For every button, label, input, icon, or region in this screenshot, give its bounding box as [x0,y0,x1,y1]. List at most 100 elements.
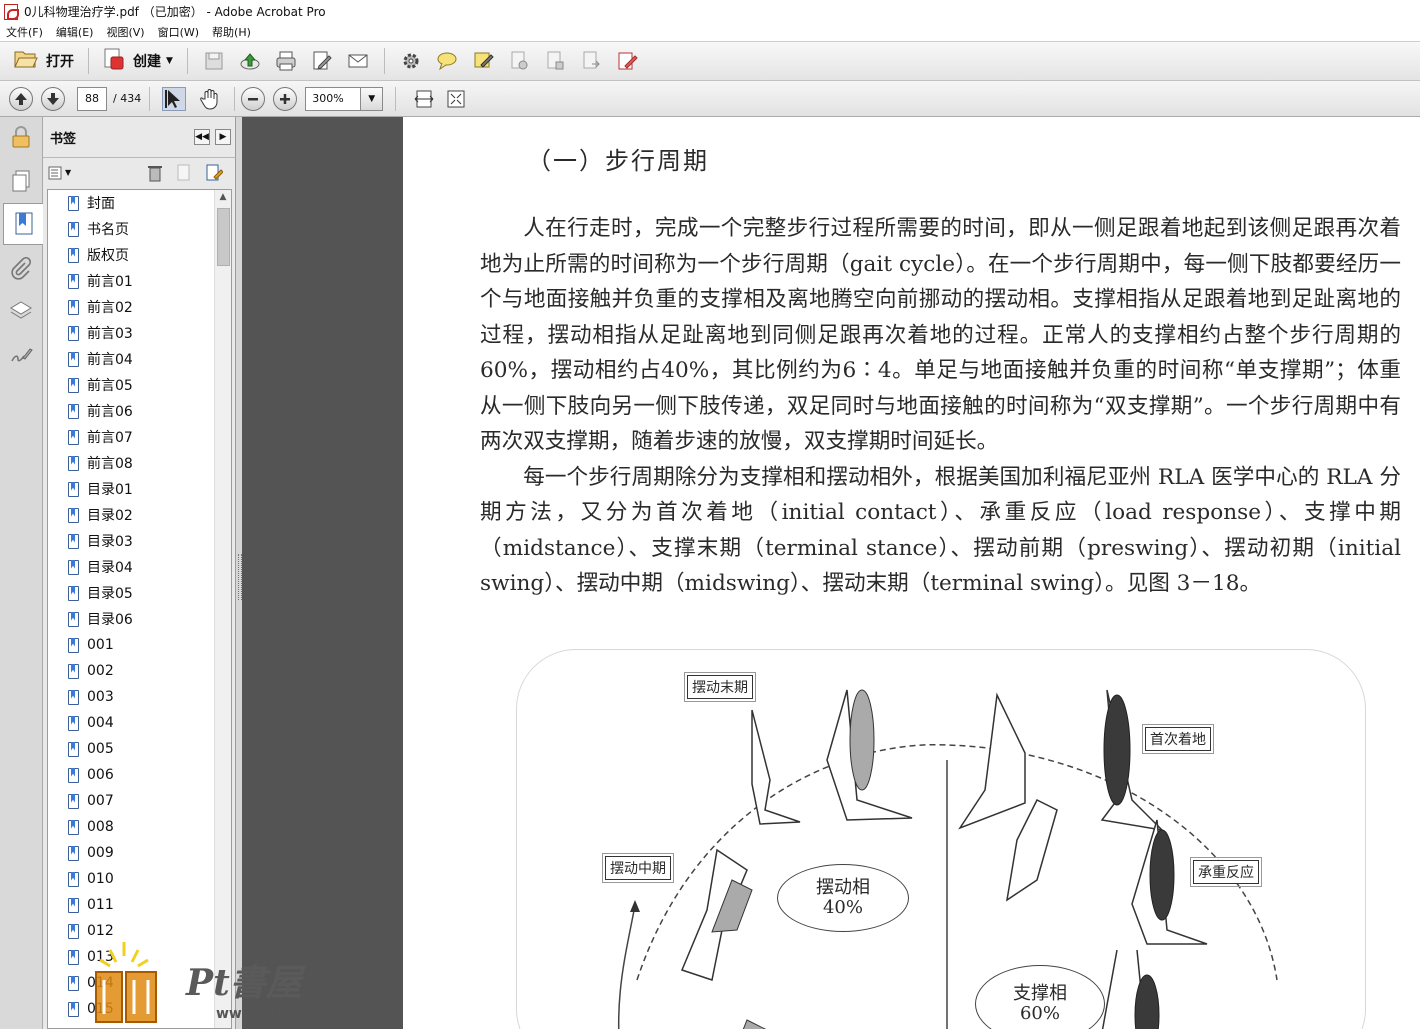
bookmark-item[interactable]: 001 [48,632,231,658]
menu-file[interactable]: 文件(F) [6,24,43,40]
bookmark-item[interactable]: 007 [48,788,231,814]
secure-icon[interactable] [507,49,531,73]
new-bookmark-icon[interactable] [176,164,192,185]
bookmark-item[interactable]: 006 [48,762,231,788]
menu-view[interactable]: 视图(V) [106,24,144,40]
email-icon[interactable] [346,49,370,73]
bookmark-item[interactable]: 008 [48,814,231,840]
bookmark-item[interactable]: 目录02 [48,502,231,528]
bookmark-item[interactable]: 目录05 [48,580,231,606]
title-bar: 0儿科物理治疗学.pdf （已加密） - Adobe Acrobat Pro [0,0,1420,23]
bookmark-item[interactable]: 004 [48,710,231,736]
bookmark-icon [68,273,79,289]
bookmark-icon [68,663,79,679]
bookmark-item[interactable]: 前言02 [48,294,231,320]
toolbar-separator [234,86,236,111]
zoom-dropdown-button[interactable]: ▼ [361,86,384,111]
panel-menu-icon[interactable]: ▶ [215,129,231,145]
bookmark-icon [68,611,79,627]
menu-window[interactable]: 窗口(W) [158,24,199,40]
lock-icon[interactable] [7,123,35,151]
bookmark-label: 006 [87,767,114,783]
bookmark-label: 目录02 [87,508,133,524]
bookmark-item[interactable]: 009 [48,840,231,866]
comment-icon[interactable] [435,49,459,73]
bookmark-item[interactable]: 版权页 [48,242,231,268]
bookmark-item[interactable]: 前言08 [48,450,231,476]
bookmark-item[interactable]: 前言05 [48,372,231,398]
open-button[interactable]: 打开 [8,47,80,75]
bookmark-item[interactable]: 目录06 [48,606,231,632]
forms-icon[interactable] [615,49,639,73]
navigation-pane-rail [0,117,43,1029]
bookmark-item[interactable]: 005 [48,736,231,762]
bookmark-label: 008 [87,819,114,835]
acrobat-pdf-icon [4,3,19,20]
page-thumbnails-icon[interactable] [7,167,35,195]
fit-width-icon[interactable] [412,87,436,111]
section-title: （一）步行周期 [527,147,709,175]
print-icon[interactable] [274,49,298,73]
upload-icon[interactable] [238,49,262,73]
bookmarks-scrollbar[interactable]: ▲ [214,190,231,1028]
hand-tool-icon[interactable] [198,87,222,111]
zoom-level-input[interactable]: 300% [305,86,362,111]
bookmark-item[interactable]: 前言07 [48,424,231,450]
stance-phase-name: 支撑相 [1013,983,1067,1004]
swing-phase-ellipse: 摆动相 40% [777,864,909,932]
layers-icon[interactable] [7,297,35,325]
bookmark-item[interactable]: 前言06 [48,398,231,424]
bookmark-item[interactable]: 目录04 [48,554,231,580]
next-page-button[interactable] [41,86,65,111]
scrollbar-thumb[interactable] [217,208,230,266]
swing-phase-name: 摆动相 [816,877,870,898]
signatures-icon[interactable] [7,341,35,369]
bookmark-item[interactable]: 封面 [48,190,231,216]
bookmark-icon [68,767,79,783]
menu-help[interactable]: 帮助(H) [212,24,251,40]
bookmark-item[interactable]: 011 [48,892,231,918]
previous-page-button[interactable] [9,86,33,111]
create-button[interactable]: 创建 ▼ [97,47,179,75]
paperclip-icon[interactable] [7,255,35,283]
bookmark-item[interactable]: 目录01 [48,476,231,502]
bookmark-item[interactable]: 前言01 [48,268,231,294]
protect-icon[interactable] [543,49,567,73]
menu-edit[interactable]: 编辑(E) [56,24,94,40]
plus-icon [280,93,291,104]
bookmark-icon [68,949,79,965]
fit-page-icon[interactable] [444,87,468,111]
gear-icon[interactable] [399,49,423,73]
trash-icon[interactable] [147,164,163,185]
bookmark-label: 目录06 [87,612,133,628]
bookmark-item[interactable]: 010 [48,866,231,892]
bookmark-properties-icon[interactable] [205,164,224,185]
bookmark-item[interactable]: 书名页 [48,216,231,242]
scroll-up-arrow-icon[interactable]: ▲ [215,192,231,202]
export-icon[interactable] [579,49,603,73]
bookmark-item[interactable]: 003 [48,684,231,710]
create-pdf-icon [103,48,125,74]
bookmarks-panel-icon[interactable] [3,203,43,245]
bookmark-icon [68,221,79,237]
bookmark-item[interactable]: 目录03 [48,528,231,554]
collapse-panel-icon[interactable]: ◀◀ [194,129,210,145]
page-number-input[interactable]: 88 [77,86,107,111]
chevron-down-icon: ▼ [368,93,376,104]
edit-document-icon[interactable] [310,49,334,73]
bookmark-label: 前言05 [87,378,133,394]
bookmark-icon [68,975,79,991]
zoom-out-button[interactable] [241,86,266,111]
watermark-url: www.ptbook.cn [216,1006,339,1022]
bookmark-item[interactable]: 前言03 [48,320,231,346]
save-icon[interactable] [202,49,226,73]
bookmark-item[interactable]: 前言04 [48,346,231,372]
zoom-in-button[interactable] [273,86,298,111]
sign-icon[interactable] [471,49,495,73]
options-menu-icon[interactable]: ▼ [48,166,71,180]
select-tool-icon[interactable] [162,86,187,111]
bookmark-icon [68,793,79,809]
bookmark-item[interactable]: 002 [48,658,231,684]
bookmark-icon [68,923,79,939]
pdf-page: （一）步行周期 人在行走时，完成一个完整步行过程所需要的时间，即从一侧足跟着地起… [403,117,1420,1029]
